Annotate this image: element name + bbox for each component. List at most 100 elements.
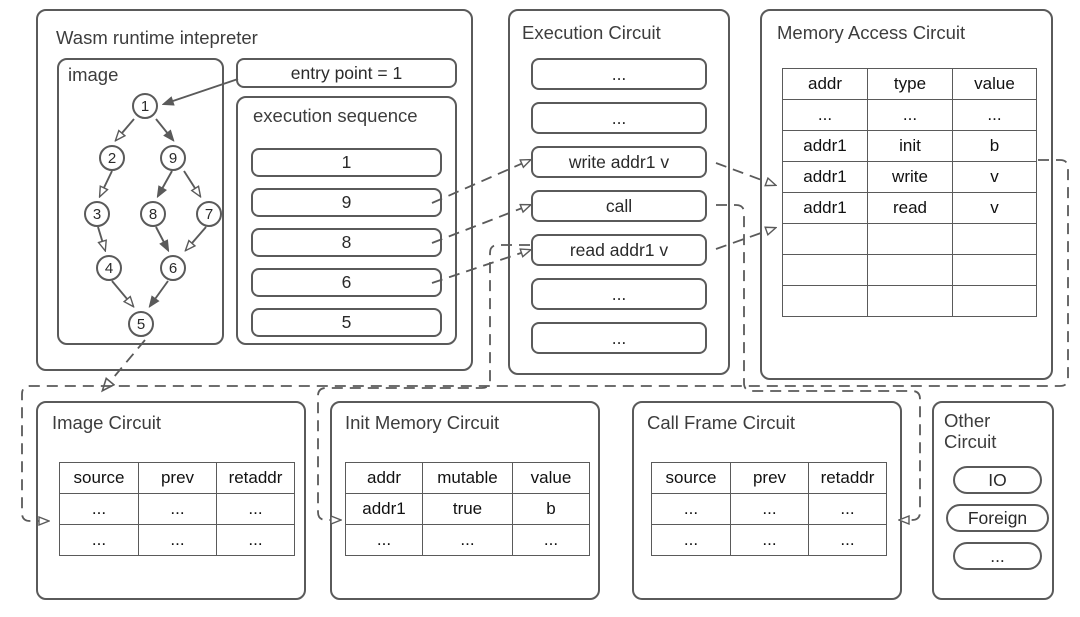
col-retaddr: retaddr	[808, 462, 887, 494]
graph-node-3: 3	[84, 201, 110, 227]
table-row	[782, 254, 1037, 286]
table-row: ... ... ...	[345, 524, 590, 556]
other-circuit-item-foreign: Foreign	[946, 504, 1049, 532]
graph-node-6: 6	[160, 255, 186, 281]
cell	[952, 254, 1037, 286]
execution-circuit-row-6: ...	[531, 278, 707, 310]
cell: ...	[952, 99, 1037, 131]
table-row-read: addr1 read v	[782, 192, 1037, 224]
col-retaddr: retaddr	[216, 462, 295, 494]
table-header-row: source prev retaddr	[59, 462, 295, 494]
cell: read	[867, 192, 953, 224]
table-header-row: addr type value	[782, 68, 1037, 100]
cell: v	[952, 161, 1037, 193]
cell: ...	[216, 524, 295, 556]
cell: ...	[512, 524, 590, 556]
execution-circuit-row-write: write addr1 v	[531, 146, 707, 178]
cell: init	[867, 130, 953, 162]
wasm-runtime-interpreter-title: Wasm runtime intepreter	[56, 27, 258, 48]
execution-circuit-row-read: read addr1 v	[531, 234, 707, 266]
cell	[782, 285, 868, 317]
cell	[782, 223, 868, 255]
col-addr: addr	[782, 68, 868, 100]
entry-point-box: entry point = 1	[236, 58, 457, 88]
col-prev: prev	[138, 462, 217, 494]
other-circuit-item-io: IO	[953, 466, 1042, 494]
col-source: source	[651, 462, 731, 494]
execution-sequence-item-4: 6	[251, 268, 442, 297]
cell: ...	[782, 99, 868, 131]
table-header-row: source prev retaddr	[651, 462, 887, 494]
other-circuit-item-more: ...	[953, 542, 1042, 570]
table-row: ... ... ...	[59, 524, 295, 556]
cell: write	[867, 161, 953, 193]
execution-sequence-item-1: 1	[251, 148, 442, 177]
memory-access-circuit-title: Memory Access Circuit	[777, 22, 966, 43]
image-circuit-title: Image Circuit	[52, 412, 161, 433]
cell	[867, 285, 953, 317]
execution-circuit-row-2: ...	[531, 102, 707, 134]
cell: addr1	[345, 493, 423, 525]
cell: v	[952, 192, 1037, 224]
col-source: source	[59, 462, 139, 494]
table-row-addr1: addr1 true b	[345, 493, 590, 525]
table-row-init: addr1 init b	[782, 130, 1037, 162]
graph-node-7: 7	[196, 201, 222, 227]
memory-access-table: addr type value ... ... ... addr1 init b…	[782, 68, 1037, 317]
table-row: ... ... ...	[59, 493, 295, 525]
table-row	[782, 285, 1037, 317]
cell	[952, 223, 1037, 255]
cell: addr1	[782, 192, 868, 224]
table-header-row: addr mutable value	[345, 462, 590, 494]
col-value: value	[952, 68, 1037, 100]
graph-node-1: 1	[132, 93, 158, 119]
col-type: type	[867, 68, 953, 100]
col-addr: addr	[345, 462, 423, 494]
execution-circuit-row-call: call	[531, 190, 707, 222]
cell: ...	[422, 524, 513, 556]
cell: ...	[651, 524, 731, 556]
graph-node-9: 9	[160, 145, 186, 171]
table-row: ... ... ...	[782, 99, 1037, 131]
call-frame-table: source prev retaddr ... ... ... ... ... …	[651, 462, 887, 556]
table-row	[782, 223, 1037, 255]
cell: ...	[651, 493, 731, 525]
execution-circuit-row-1: ...	[531, 58, 707, 90]
cell: ...	[59, 493, 139, 525]
cell: b	[952, 130, 1037, 162]
cell: ...	[216, 493, 295, 525]
cell	[952, 285, 1037, 317]
execution-sequence-label: execution sequence	[253, 105, 418, 126]
col-mutable: mutable	[422, 462, 513, 494]
call-frame-circuit-title: Call Frame Circuit	[647, 412, 796, 433]
cell: addr1	[782, 130, 868, 162]
cell: true	[422, 493, 513, 525]
cell: ...	[59, 524, 139, 556]
cell: ...	[867, 99, 953, 131]
cell: ...	[138, 524, 217, 556]
other-circuit-title: Other Circuit	[944, 410, 997, 453]
graph-node-5: 5	[128, 311, 154, 337]
cell	[867, 254, 953, 286]
execution-circuit-title: Execution Circuit	[522, 22, 661, 43]
init-memory-circuit-title: Init Memory Circuit	[345, 412, 500, 433]
cell: ...	[808, 493, 887, 525]
cell: ...	[345, 524, 423, 556]
execution-circuit-row-7: ...	[531, 322, 707, 354]
execution-sequence-item-3: 8	[251, 228, 442, 257]
cell: ...	[138, 493, 217, 525]
image-box-label: image	[68, 64, 119, 85]
graph-node-2: 2	[99, 145, 125, 171]
table-row: ... ... ...	[651, 524, 887, 556]
execution-sequence-item-2: 9	[251, 188, 442, 217]
graph-node-4: 4	[96, 255, 122, 281]
init-memory-table: addr mutable value addr1 true b ... ... …	[345, 462, 590, 556]
cell	[782, 254, 868, 286]
table-row: ... ... ...	[651, 493, 887, 525]
cell: b	[512, 493, 590, 525]
diagram-canvas: Wasm runtime intepreter image 1 2 9 3 8 …	[0, 0, 1080, 617]
cell: ...	[808, 524, 887, 556]
cell: ...	[730, 493, 809, 525]
cell: ...	[730, 524, 809, 556]
col-prev: prev	[730, 462, 809, 494]
